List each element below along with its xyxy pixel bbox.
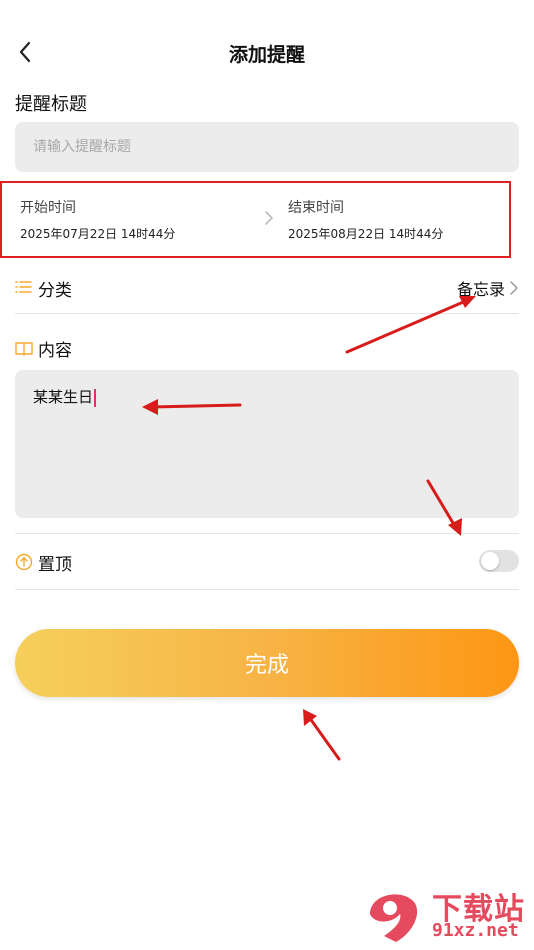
end-time-label: 结束时间: [288, 200, 344, 216]
end-time-value: 2025年08月22日 14时44分: [288, 227, 444, 241]
divider: [15, 589, 519, 590]
content-text: 某某生日: [33, 388, 94, 406]
content-textarea[interactable]: 某某生日: [15, 370, 519, 518]
pin-row: 置顶: [15, 540, 519, 584]
page-title: 添加提醒: [228, 44, 305, 66]
book-icon: [15, 342, 33, 356]
divider: [15, 533, 519, 534]
done-button[interactable]: 完成: [15, 629, 519, 697]
annotation-arrowhead: [303, 709, 317, 726]
header-bar: 添加提醒: [0, 28, 534, 76]
list-icon: [15, 281, 32, 293]
chevron-right-icon: [510, 281, 518, 295]
start-time-selector[interactable]: 开始时间 2025年07月22日 14时44分: [20, 197, 175, 242]
toggle-knob: [481, 552, 499, 570]
start-time-label: 开始时间: [20, 200, 76, 216]
chevron-right-icon: [265, 211, 273, 225]
pin-up-icon: [15, 553, 33, 571]
content-header: 内容: [15, 334, 519, 364]
reminder-title-input[interactable]: [15, 122, 519, 172]
pin-toggle[interactable]: [479, 550, 519, 572]
reminder-title-label: 提醒标题: [15, 94, 87, 115]
content-label: 内容: [38, 341, 72, 361]
start-time-value: 2025年07月22日 14时44分: [20, 227, 176, 241]
site-watermark: 下载站 91xz.net: [362, 884, 532, 946]
pin-label: 置顶: [38, 555, 72, 575]
annotation-arrow: [307, 715, 341, 761]
category-label: 分类: [38, 281, 72, 301]
category-value: 备忘录: [456, 280, 505, 299]
end-time-selector[interactable]: 结束时间 2025年08月22日 14时44分: [288, 197, 443, 242]
site-logo-icon: [370, 894, 418, 942]
category-row[interactable]: 分类 备忘录: [15, 266, 519, 314]
watermark-text-bottom: 91xz.net: [432, 920, 519, 941]
text-cursor: [94, 388, 97, 407]
time-range-box: 开始时间 2025年07月22日 14时44分 结束时间 2025年08月22日…: [0, 181, 511, 258]
